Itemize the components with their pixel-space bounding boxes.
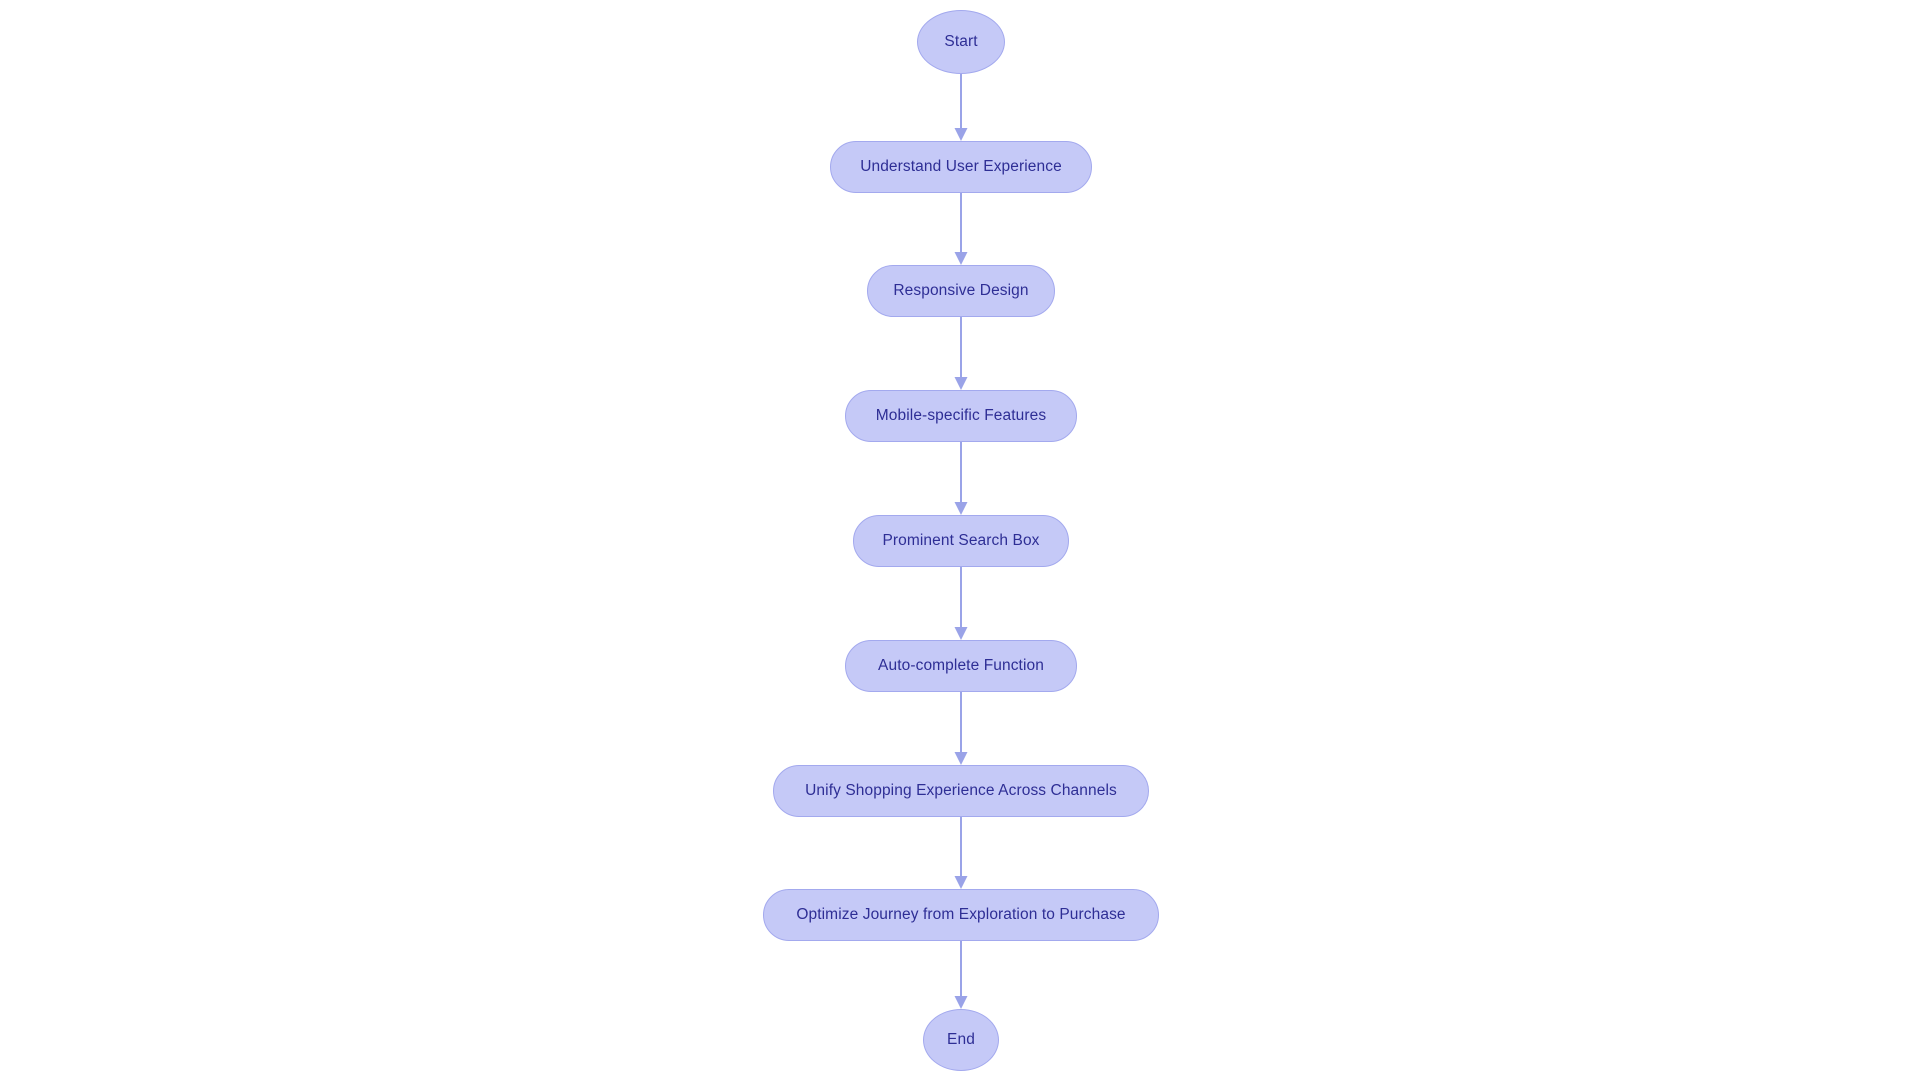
flowchart-node-label: Optimize Journey from Exploration to Pur… <box>796 906 1126 924</box>
flowchart-node-mobile-specific-features[interactable]: Mobile-specific Features <box>845 390 1077 442</box>
flowchart-node-start[interactable]: Start <box>917 10 1005 74</box>
flowchart-node-label: Start <box>944 33 978 51</box>
flowchart-canvas: Start Understand User Experience Responsiv… <box>0 0 1920 1080</box>
flowchart-node-label: Understand User Experience <box>860 158 1062 176</box>
flowchart-node-label: Prominent Search Box <box>882 532 1040 550</box>
flowchart-node-layer: Start Understand User Experience Responsiv… <box>0 0 1920 1080</box>
flowchart-node-label: Mobile-specific Features <box>875 407 1047 425</box>
flowchart-node-responsive-design[interactable]: Responsive Design <box>867 265 1055 317</box>
flowchart-node-auto-complete-function[interactable]: Auto-complete Function <box>845 640 1077 692</box>
flowchart-node-optimize-journey-from-exploration-to-purchase[interactable]: Optimize Journey from Exploration to Pur… <box>763 889 1159 941</box>
flowchart-node-prominent-search-box[interactable]: Prominent Search Box <box>853 515 1069 567</box>
flowchart-node-label: End <box>947 1031 975 1049</box>
flowchart-node-understand-user-experience[interactable]: Understand User Experience <box>830 141 1092 193</box>
flowchart-node-unify-shopping-experience-across-channels[interactable]: Unify Shopping Experience Across Channel… <box>773 765 1149 817</box>
flowchart-node-label: Auto-complete Function <box>878 657 1044 675</box>
flowchart-node-label: Unify Shopping Experience Across Channel… <box>805 782 1117 800</box>
flowchart-node-end[interactable]: End <box>923 1009 999 1071</box>
flowchart-node-label: Responsive Design <box>893 282 1029 300</box>
